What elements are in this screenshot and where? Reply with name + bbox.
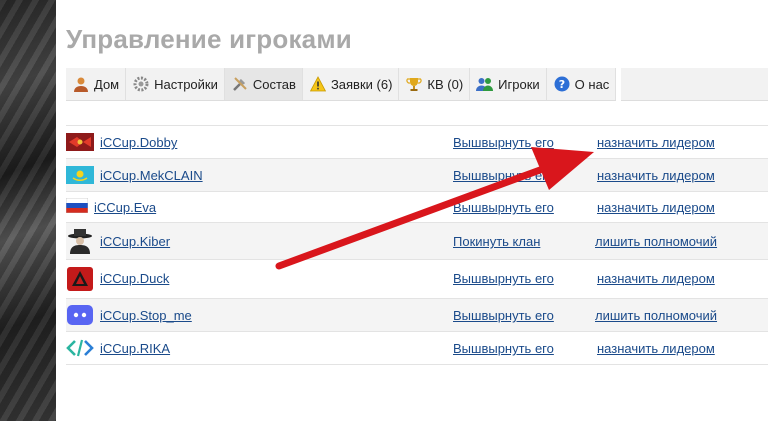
table-row: iCCup.RIKA Вышвырнуть его назначить лиде… — [66, 332, 768, 365]
table-row: iCCup.Stop_me Вышвырнуть его лишить полн… — [66, 299, 768, 332]
tab-about[interactable]: ? О нас — [547, 68, 617, 100]
revoke-rights-link[interactable]: лишить полномочий — [595, 308, 717, 323]
hat-man-icon — [68, 229, 92, 254]
discord-icon — [67, 305, 93, 325]
tab-label: Настройки — [154, 76, 218, 92]
svg-text:?: ? — [558, 78, 564, 91]
table-row: iCCup.Eva Вышвырнуть его назначить лидер… — [66, 192, 768, 223]
gear-icon — [132, 75, 150, 93]
player-name-link[interactable]: iCCup.Dobby — [100, 135, 177, 150]
red-emblem-icon — [67, 267, 93, 291]
kick-player-link[interactable]: Вышвырнуть его — [453, 135, 554, 150]
warning-icon — [309, 75, 327, 93]
player-name-link[interactable]: iCCup.Eva — [94, 200, 156, 215]
trophy-icon — [405, 75, 423, 93]
kazakhstan-flag-icon — [66, 166, 94, 184]
tab-roster[interactable]: Состав — [224, 68, 303, 100]
tab-label: О нас — [574, 76, 610, 92]
tab-bar-filler — [621, 68, 768, 101]
red-banner-icon — [66, 133, 94, 151]
tab-label: Состав — [252, 76, 296, 92]
make-leader-link[interactable]: назначить лидером — [597, 271, 715, 286]
table-row: iCCup.Kiber Покинуть клан лишить полномо… — [66, 223, 768, 260]
kick-player-link[interactable]: Вышвырнуть его — [453, 341, 554, 356]
table-row: iCCup.Duck Вышвырнуть его назначить лиде… — [66, 260, 768, 299]
users-icon — [476, 75, 494, 93]
tab-label: КВ (0) — [427, 76, 464, 92]
tab-settings[interactable]: Настройки — [126, 68, 225, 100]
kick-player-link[interactable]: Вышвырнуть его — [453, 200, 554, 215]
player-name-link[interactable]: iCCup.RIKA — [100, 341, 170, 356]
make-leader-link[interactable]: назначить лидером — [597, 200, 715, 215]
tab-bar: Дом Настройки Состав Заявки (6) КВ (0) И… — [66, 68, 617, 101]
player-name-link[interactable]: iCCup.Kiber — [100, 234, 170, 249]
revoke-rights-link[interactable]: лишить полномочий — [595, 234, 717, 249]
player-name-link[interactable]: iCCup.MekCLAIN — [100, 168, 203, 183]
help-icon: ? — [553, 75, 571, 93]
table-row: iCCup.Dobby Вышвырнуть его назначить лид… — [66, 126, 768, 159]
tab-home[interactable]: Дом — [66, 68, 127, 100]
user-icon — [72, 75, 90, 93]
tab-requests[interactable]: Заявки (6) — [303, 68, 400, 100]
kick-player-link[interactable]: Вышвырнуть его — [453, 308, 554, 323]
make-leader-link[interactable]: назначить лидером — [597, 135, 715, 150]
tab-label: Заявки (6) — [330, 76, 393, 92]
code-brackets-icon — [66, 339, 94, 357]
page-title: Управление игроками — [66, 24, 352, 54]
tab-clanwars[interactable]: КВ (0) — [399, 68, 471, 100]
make-leader-link[interactable]: назначить лидером — [597, 341, 715, 356]
tab-label: Дом — [94, 76, 120, 92]
make-leader-link[interactable]: назначить лидером — [597, 168, 715, 183]
tab-players[interactable]: Игроки — [470, 68, 547, 100]
player-name-link[interactable]: iCCup.Stop_me — [100, 308, 192, 323]
leave-clan-link[interactable]: Покинуть клан — [453, 234, 540, 249]
table-row: iCCup.MekCLAIN Вышвырнуть его назначить … — [66, 159, 768, 192]
background-art — [0, 0, 56, 421]
player-name-link[interactable]: iCCup.Duck — [100, 271, 169, 286]
russia-flag-icon — [66, 198, 88, 213]
kick-player-link[interactable]: Вышвырнуть его — [453, 271, 554, 286]
tools-icon — [231, 75, 249, 93]
kick-player-link[interactable]: Вышвырнуть его — [453, 168, 554, 183]
tab-label: Игроки — [498, 76, 540, 92]
